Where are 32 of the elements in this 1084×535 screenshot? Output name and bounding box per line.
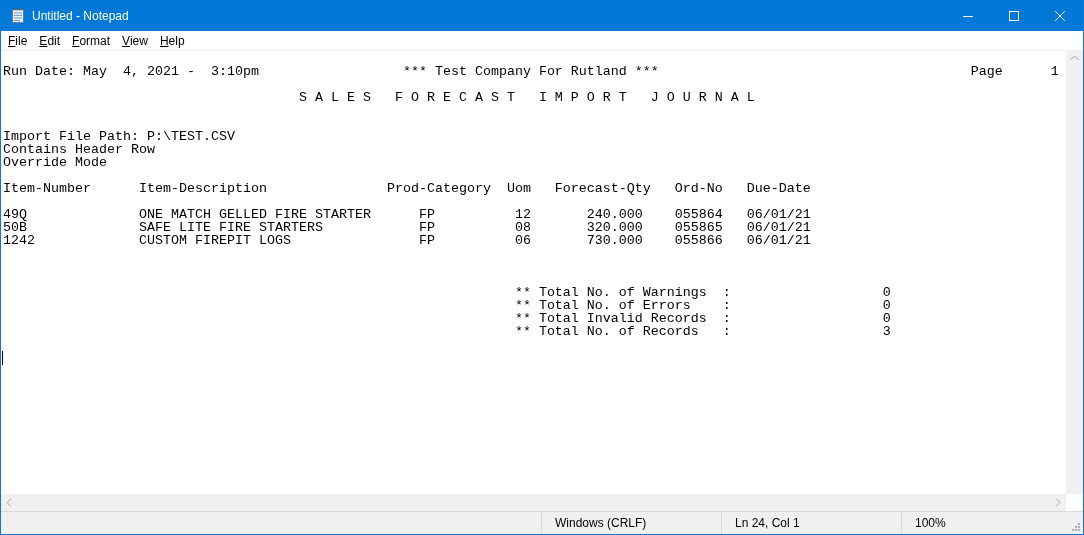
vertical-scrollbar[interactable] xyxy=(1066,51,1083,494)
horizontal-scrollbar[interactable] xyxy=(1,494,1066,511)
scroll-left-icon[interactable] xyxy=(6,498,12,507)
menu-item[interactable]: Help xyxy=(153,31,191,50)
report-row: 1242 CUSTOM FIREPIT LOGS FP 06 730.000 055866 06/01/21 xyxy=(3,233,811,248)
close-icon xyxy=(1055,11,1065,21)
import-info-line: Contains Header Row xyxy=(3,142,155,157)
import-info-line: Import File Path: P:\TEST.CSV xyxy=(3,129,235,144)
menu-item[interactable]: File xyxy=(2,31,34,50)
resize-grip-icon[interactable] xyxy=(1069,520,1081,532)
menu-item[interactable]: View xyxy=(116,31,154,50)
total-line: ** Total Invalid Records : 0 xyxy=(513,311,891,326)
report-title: S A L E S F O R E C A S T I M P O R T J O U R N A L xyxy=(297,90,755,105)
menu-item[interactable]: Edit xyxy=(33,31,67,50)
total-line: ** Total No. of Records : 3 xyxy=(513,324,891,339)
text-cursor xyxy=(2,350,3,365)
maximize-icon xyxy=(1009,11,1019,21)
menu-item[interactable]: Format xyxy=(66,31,117,50)
column-headers-line: Item-Number Item-Description Prod-Category Uom Forecast-Qty Ord-No Due-Date xyxy=(3,181,811,196)
scroll-up-icon[interactable] xyxy=(1070,55,1079,61)
notepad-icon xyxy=(10,8,26,24)
status-text: Windows (CRLF) xyxy=(555,515,647,532)
status-text: Ln 24, Col 1 xyxy=(735,515,800,532)
import-info-line: Override Mode xyxy=(3,155,107,170)
total-line: ** Total No. of Warnings : 0 xyxy=(513,285,891,300)
total-line: ** Total No. of Errors : 0 xyxy=(513,298,891,313)
report-row: 50B SAFE LITE FIRE STARTERS FP 08 320.000 055865 06/01/21 xyxy=(3,220,811,235)
status-text: 100% xyxy=(915,515,946,532)
scroll-right-icon[interactable] xyxy=(1055,498,1061,507)
report-header-line: Run Date: May 4, 2021 - 3:10pm *** Test Company For Rutland *** Page 1 xyxy=(3,64,1059,79)
report-row: 49Q ONE MATCH GELLED FIRE STARTER FP 12 240.000 055864 06/01/21 xyxy=(3,207,811,222)
window-title: Untitled - Notepad xyxy=(32,8,129,25)
